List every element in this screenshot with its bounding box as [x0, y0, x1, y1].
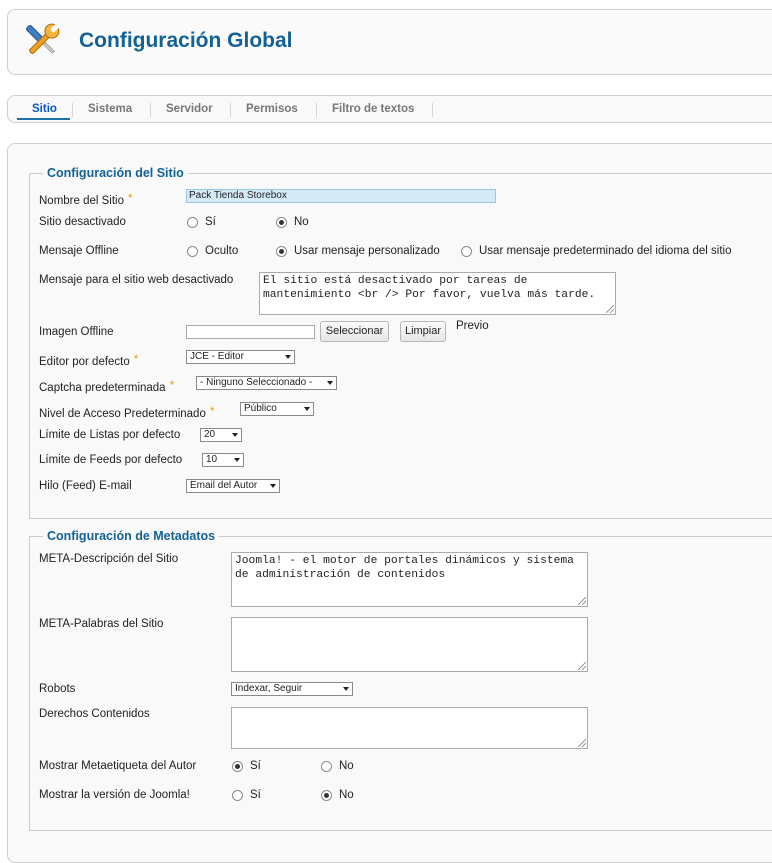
- meta-keywords-label: META-Palabras del Sitio: [39, 618, 164, 630]
- offline-message-custom-label: Usar mensaje personalizado: [294, 245, 440, 257]
- offline-yes-radio[interactable]: [187, 217, 198, 228]
- tab-separator: [432, 103, 433, 117]
- tab-separator: [316, 103, 317, 117]
- tab-servidor[interactable]: Servidor: [166, 103, 213, 115]
- required-star-icon: *: [128, 191, 133, 205]
- editor-select[interactable]: JCE - Editor: [186, 350, 295, 364]
- resize-grip-icon[interactable]: [578, 739, 586, 747]
- show-version-no-radio[interactable]: [321, 790, 332, 801]
- offline-image-input[interactable]: [186, 325, 315, 339]
- meta-description-textarea[interactable]: Joomla! - el motor de portales dinámicos…: [231, 552, 588, 607]
- tab-separator: [230, 103, 231, 117]
- chevron-down-icon: [327, 381, 333, 385]
- editor-label: Editor por defecto *: [39, 352, 139, 368]
- tab-filtro-de-textos[interactable]: Filtro de textos: [332, 103, 414, 115]
- chevron-down-icon: [270, 484, 276, 488]
- show-author-no-radio[interactable]: [321, 761, 332, 772]
- list-limit-select[interactable]: 20: [200, 428, 242, 442]
- access-level-label: Nivel de Acceso Predeterminado *: [39, 404, 215, 420]
- required-star-icon: *: [169, 378, 175, 392]
- meta-description-label: META-Descripción del Sitio: [39, 553, 179, 565]
- show-author-label: Mostrar Metaetiqueta del Autor: [39, 760, 197, 772]
- offline-message-label: Mensaje Offline: [39, 245, 119, 257]
- metadata-legend: Configuración de Metadatos: [43, 529, 220, 543]
- active-tab-indicator: [17, 118, 70, 120]
- select-image-button[interactable]: Seleccionar: [320, 321, 389, 342]
- meta-description-text: Joomla! - el motor de portales dinámicos…: [235, 555, 581, 581]
- offline-no-label: No: [294, 216, 309, 228]
- robots-label: Robots: [39, 683, 76, 695]
- custom-message-text: El sitio está desactivado por tareas de …: [263, 275, 596, 301]
- show-author-yes-label: Sí: [250, 760, 261, 772]
- header-panel: Configuración Global: [7, 9, 772, 75]
- tab-sitio[interactable]: Sitio: [32, 103, 57, 115]
- show-author-yes-radio[interactable]: [232, 761, 243, 772]
- feed-email-label: Hilo (Feed) E-mail: [39, 480, 132, 492]
- offline-image-label: Imagen Offline: [39, 326, 114, 338]
- tab-bar: Sitio Sistema Servidor Permisos Filtro d…: [7, 95, 772, 123]
- feed-email-select[interactable]: Email del Autor: [186, 479, 280, 493]
- show-author-no-label: No: [339, 760, 354, 772]
- show-version-yes-label: Sí: [250, 789, 261, 801]
- site-offline-label: Sitio desactivado: [39, 216, 126, 228]
- feed-limit-label: Límite de Feeds por defecto: [39, 454, 183, 466]
- content-rights-textarea[interactable]: [231, 707, 588, 749]
- chevron-down-icon: [343, 687, 349, 691]
- tab-permisos[interactable]: Permisos: [246, 103, 298, 115]
- captcha-label: Captcha predeterminada *: [39, 378, 175, 394]
- tab-sistema[interactable]: Sistema: [88, 103, 132, 115]
- resize-grip-icon[interactable]: [578, 597, 586, 605]
- captcha-select[interactable]: - Ninguno Seleccionado -: [196, 376, 337, 390]
- offline-message-default-label: Usar mensaje predeterminado del idioma d…: [479, 245, 732, 257]
- offline-no-radio[interactable]: [276, 217, 287, 228]
- site-config-legend: Configuración del Sitio: [43, 166, 188, 180]
- offline-message-default-radio[interactable]: [461, 246, 472, 257]
- feed-limit-select[interactable]: 10: [202, 453, 244, 467]
- custom-message-textarea[interactable]: El sitio está desactivado por tareas de …: [259, 272, 616, 315]
- site-name-input[interactable]: Pack Tienda Storebox: [186, 189, 496, 203]
- chevron-down-icon: [304, 407, 310, 411]
- chevron-down-icon: [285, 355, 291, 359]
- offline-message-hidden-label: Oculto: [205, 245, 239, 257]
- preview-label: Previo: [456, 320, 489, 332]
- chevron-down-icon: [232, 433, 238, 437]
- custom-message-label: Mensaje para el sitio web desactivado: [39, 274, 234, 286]
- clear-image-button[interactable]: Limpiar: [400, 321, 446, 342]
- show-version-label: Mostrar la versión de Joomla!: [39, 789, 190, 801]
- show-version-yes-radio[interactable]: [232, 790, 243, 801]
- resize-grip-icon[interactable]: [578, 662, 586, 670]
- meta-keywords-textarea[interactable]: [231, 617, 588, 672]
- show-version-no-label: No: [339, 789, 354, 801]
- required-star-icon: *: [209, 404, 215, 418]
- tab-separator: [150, 103, 151, 117]
- content-rights-label: Derechos Contenidos: [39, 708, 150, 720]
- offline-message-hidden-radio[interactable]: [187, 246, 198, 257]
- resize-grip-icon[interactable]: [606, 305, 614, 313]
- site-config-fieldset: Configuración del Sitio: [29, 166, 772, 519]
- site-name-label: Nombre del Sitio *: [39, 191, 133, 207]
- offline-message-custom-radio[interactable]: [276, 246, 287, 257]
- tab-separator: [72, 103, 73, 117]
- required-star-icon: *: [133, 352, 139, 366]
- page-title: Configuración Global: [79, 29, 293, 52]
- offline-yes-label: Sí: [205, 216, 216, 228]
- list-limit-label: Límite de Listas por defecto: [39, 429, 181, 441]
- chevron-down-icon: [234, 458, 240, 462]
- tools-icon: [26, 23, 60, 54]
- robots-select[interactable]: Indexar, Seguir: [231, 682, 353, 696]
- access-level-select[interactable]: Público: [240, 402, 314, 416]
